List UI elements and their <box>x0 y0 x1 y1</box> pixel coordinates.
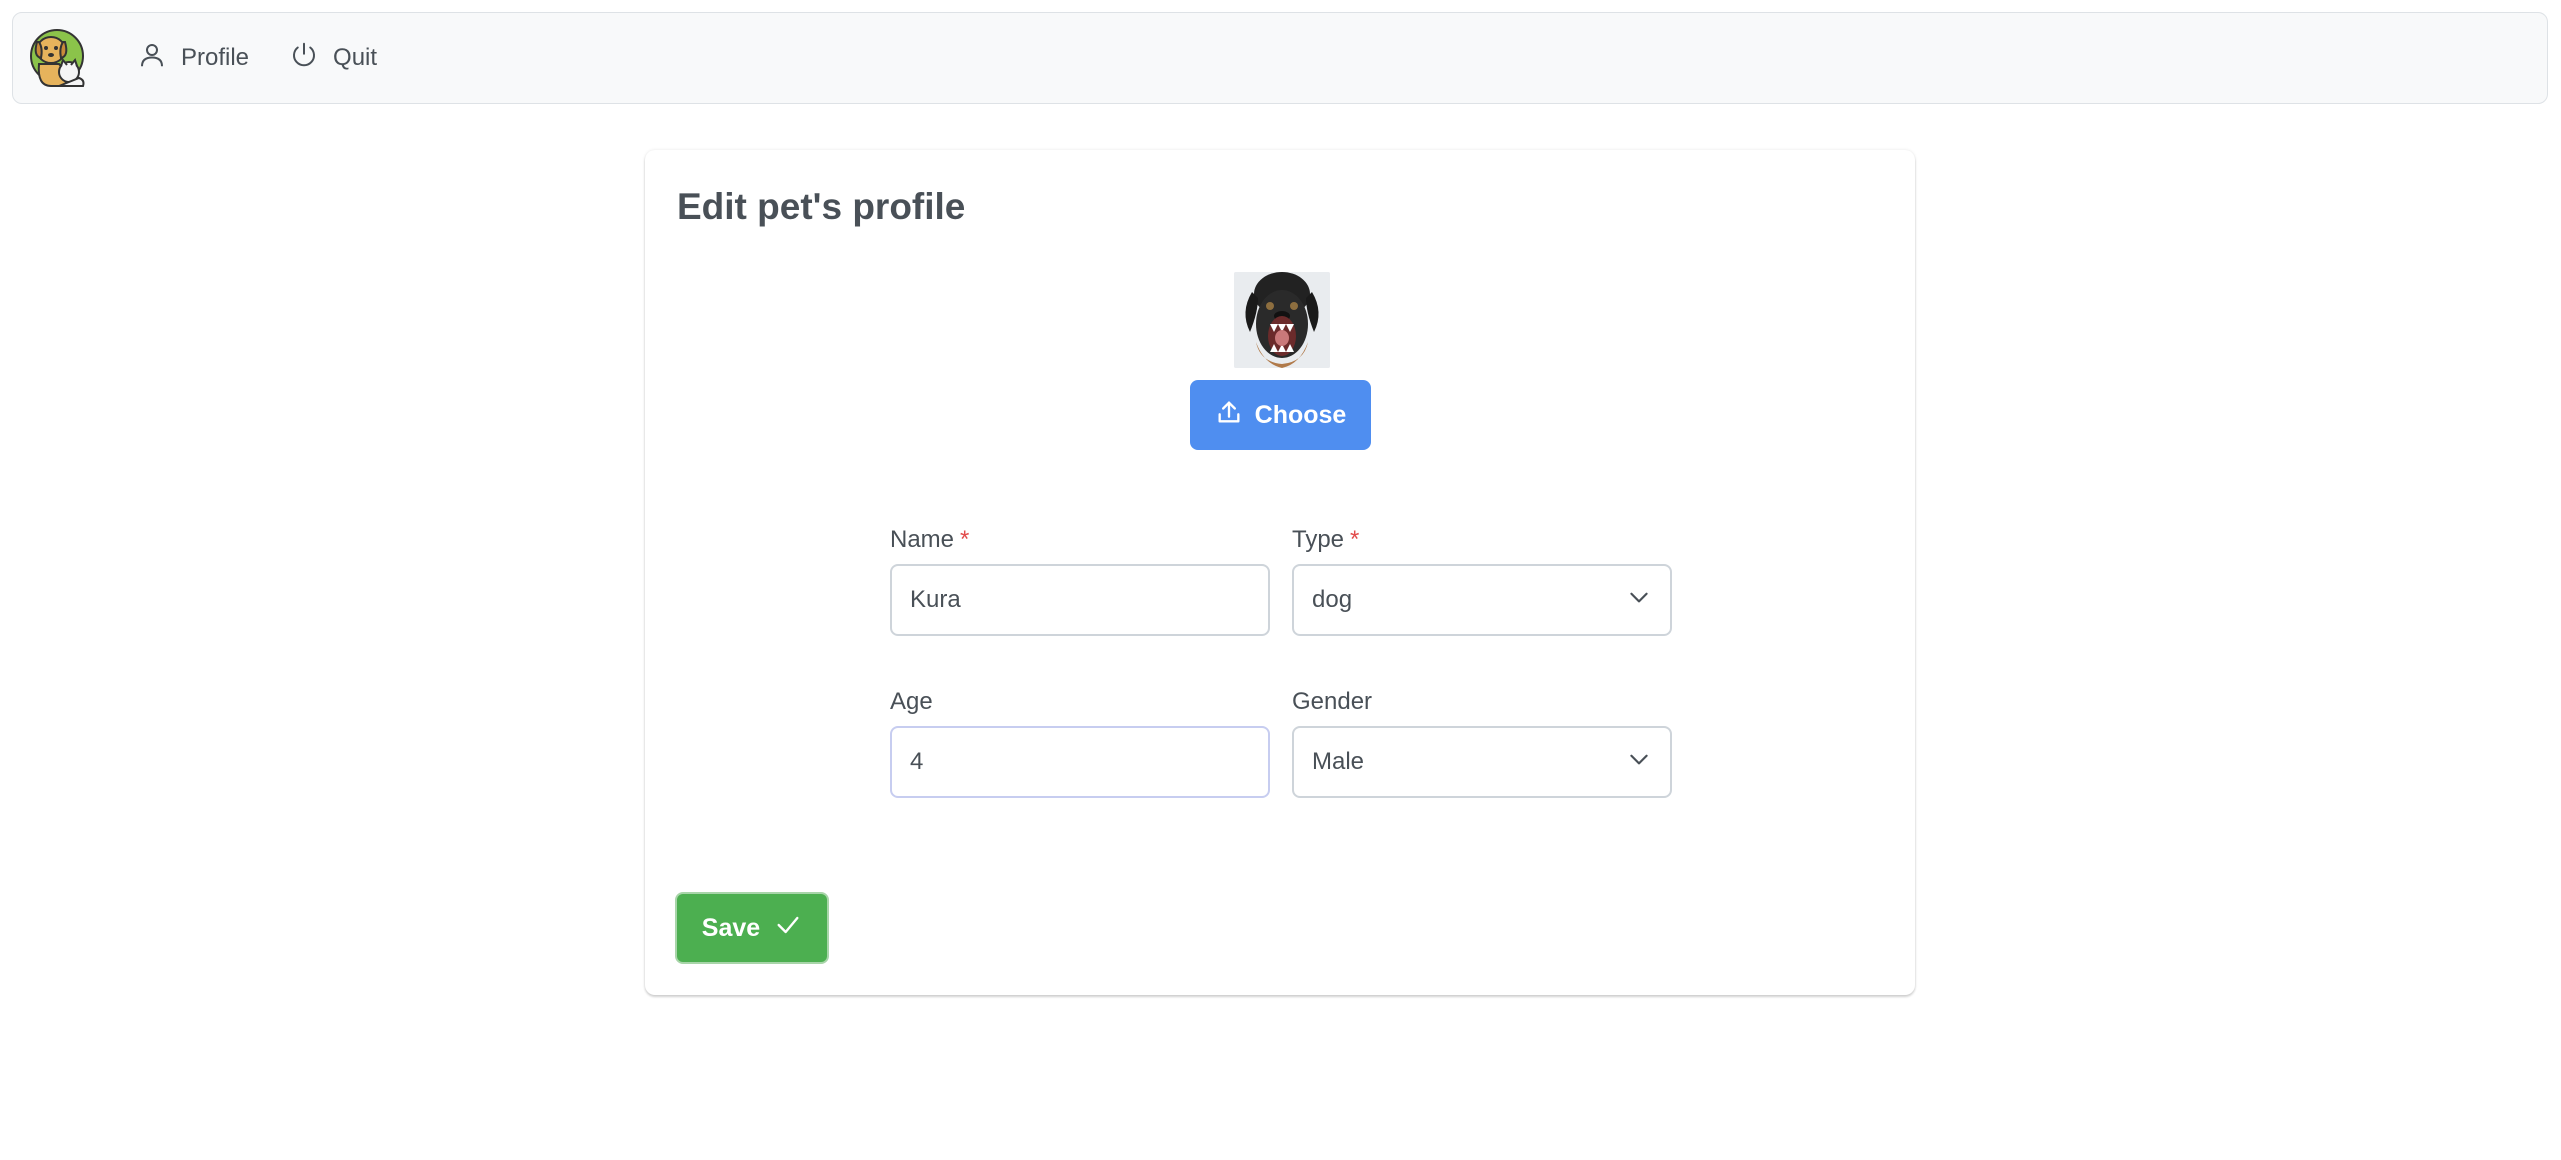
type-label-text: Type <box>1292 526 1345 553</box>
type-select[interactable]: dog <box>1292 564 1672 636</box>
age-input[interactable] <box>890 726 1270 798</box>
upload-icon <box>1215 398 1243 433</box>
choose-photo-button[interactable]: Choose <box>1190 380 1371 450</box>
name-label: Name * <box>890 526 969 554</box>
menu-item-quit[interactable]: Quit <box>269 28 397 88</box>
edit-pet-card: Edit pet's profile Choose Name * Kura Ty… <box>645 150 1915 995</box>
name-label-text: Name <box>890 526 955 553</box>
check-icon <box>774 911 802 946</box>
type-label: Type * <box>1292 526 1359 554</box>
chevron-down-icon <box>1626 746 1652 779</box>
save-button-label: Save <box>701 913 761 942</box>
user-icon <box>137 40 167 77</box>
gender-select-value: Male <box>1312 748 1365 775</box>
gender-label: Gender <box>1292 688 1372 716</box>
age-label: Age <box>890 688 933 716</box>
menu-item-label: Quit <box>333 44 378 71</box>
gender-select[interactable]: Male <box>1292 726 1672 798</box>
menu-item-profile[interactable]: Profile <box>117 28 269 88</box>
page-title: Edit pet's profile <box>677 186 966 227</box>
dog-and-cat-logo-icon[interactable] <box>25 26 89 90</box>
choose-button-label: Choose <box>1254 400 1347 429</box>
gender-label-text: Gender <box>1292 688 1373 715</box>
top-menubar: Profile Quit <box>12 12 2548 104</box>
name-input[interactable] <box>890 564 1270 636</box>
required-mark: * <box>1350 526 1360 553</box>
required-mark: * <box>960 526 970 553</box>
type-select-value: dog <box>1312 586 1353 613</box>
power-icon <box>289 40 319 77</box>
chevron-down-icon <box>1626 584 1652 617</box>
save-button[interactable]: Save <box>675 892 829 964</box>
pet-photo <box>1234 272 1330 368</box>
age-label-text: Age <box>890 688 933 715</box>
menu-item-label: Profile <box>181 44 250 71</box>
